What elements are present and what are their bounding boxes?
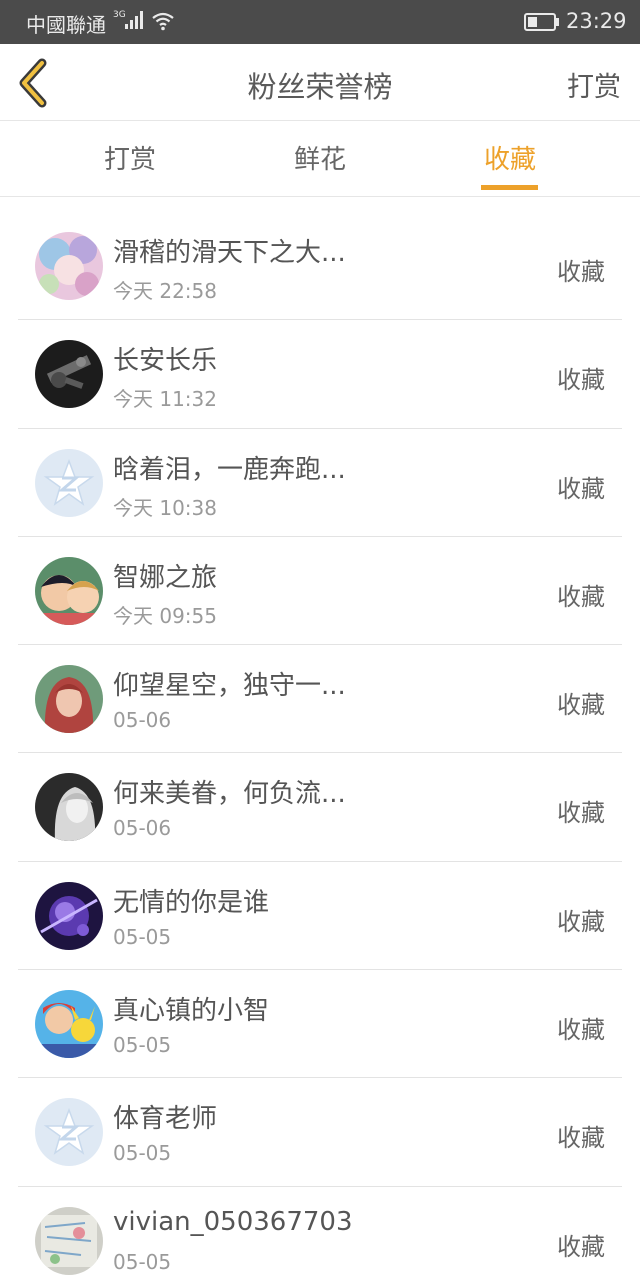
avatar <box>35 448 103 517</box>
tab-bar: 打赏 鲜花 收藏 <box>0 121 640 197</box>
fan-action-label: 收藏 <box>557 474 605 503</box>
fan-name: 仰望星空，独守一... <box>113 671 346 702</box>
fan-action-label: 收藏 <box>557 1232 605 1261</box>
list-item[interactable]: 长安长乐 今天 11:32 收藏 <box>18 320 622 429</box>
fan-time: 05-06 <box>113 816 172 841</box>
fan-time: 05-05 <box>113 1141 172 1166</box>
fan-name: vivian_050367703 <box>113 1206 353 1237</box>
fan-time: 05-06 <box>113 708 172 733</box>
network-type-label: 3G <box>113 10 126 20</box>
list-item[interactable]: 仰望星空，独守一... 05-06 收藏 <box>18 645 622 754</box>
fan-time: 05-05 <box>113 1249 172 1274</box>
page-title: 粉丝荣誉榜 <box>247 70 393 104</box>
fan-action-label: 收藏 <box>557 907 605 936</box>
fan-action-label: 收藏 <box>557 799 605 828</box>
fan-name: 滑稽的滑天下之大... <box>113 238 346 268</box>
fan-time: 今天 22:58 <box>113 279 217 303</box>
tab-flower[interactable]: 鲜花 <box>240 139 400 176</box>
fan-action-label: 收藏 <box>557 1124 605 1153</box>
fan-list: 滑稽的滑天下之大... 今天 22:58 收藏 长安长乐 今天 11:32 收藏… <box>0 212 640 1280</box>
fan-action-label: 收藏 <box>557 691 605 720</box>
fan-name: 何来美眷，何负流... <box>113 779 346 810</box>
fan-action-label: 收藏 <box>557 582 605 611</box>
avatar <box>35 556 103 625</box>
fan-time: 今天 10:38 <box>113 495 217 520</box>
list-item[interactable]: vivian_050367703 05-05 收藏 <box>18 1187 622 1280</box>
fan-name: 晗着泪，一鹿奔跑... <box>113 454 346 485</box>
clock-label: 23:29 <box>566 9 627 33</box>
list-item[interactable]: 滑稽的滑天下之大... 今天 22:58 收藏 <box>18 212 622 321</box>
signal-icon: 3G <box>113 9 145 35</box>
fan-name: 长安长乐 <box>113 346 218 377</box>
avatar <box>35 990 103 1059</box>
avatar <box>35 773 103 842</box>
tab-favorite[interactable]: 收藏 <box>430 139 590 176</box>
list-item[interactable]: 真心镇的小智 05-05 收藏 <box>18 970 622 1079</box>
list-item[interactable]: 何来美眷，何负流... 05-06 收藏 <box>18 753 622 862</box>
active-tab-indicator <box>481 185 538 190</box>
fan-name: 真心镇的小智 <box>113 996 270 1027</box>
carrier-label: 中國聯通 <box>26 13 106 37</box>
tip-button[interactable]: 打赏 <box>567 65 621 104</box>
list-item[interactable]: 无情的你是谁 05-05 收藏 <box>18 862 622 971</box>
battery-icon <box>524 13 560 35</box>
status-bar: 中國聯通 3G 23:29 <box>0 0 640 44</box>
fan-name: 体育老师 <box>113 1104 218 1135</box>
list-item[interactable]: 晗着泪，一鹿奔跑... 今天 10:38 收藏 <box>18 429 622 537</box>
fan-action-label: 收藏 <box>557 258 605 286</box>
fan-time: 05-05 <box>113 1033 172 1058</box>
list-item[interactable]: 智娜之旅 今天 09:55 收藏 <box>18 537 622 646</box>
list-item[interactable]: 体育老师 05-05 收藏 <box>18 1078 622 1187</box>
fan-name: 无情的你是谁 <box>113 887 270 918</box>
tab-tip[interactable]: 打赏 <box>50 139 210 176</box>
nav-bar: 粉丝荣誉榜 打赏 <box>0 44 640 121</box>
fan-time: 05-05 <box>113 924 172 949</box>
avatar <box>35 1206 103 1275</box>
avatar <box>35 232 103 300</box>
fan-time: 今天 09:55 <box>113 603 217 628</box>
wifi-icon <box>151 11 175 35</box>
fan-action-label: 收藏 <box>557 1016 605 1045</box>
fan-name: 智娜之旅 <box>113 562 218 593</box>
avatar <box>35 1098 103 1167</box>
fan-time: 今天 11:32 <box>113 387 217 412</box>
avatar <box>35 340 103 409</box>
avatar <box>35 665 103 734</box>
avatar <box>35 881 103 950</box>
fan-action-label: 收藏 <box>557 366 605 395</box>
